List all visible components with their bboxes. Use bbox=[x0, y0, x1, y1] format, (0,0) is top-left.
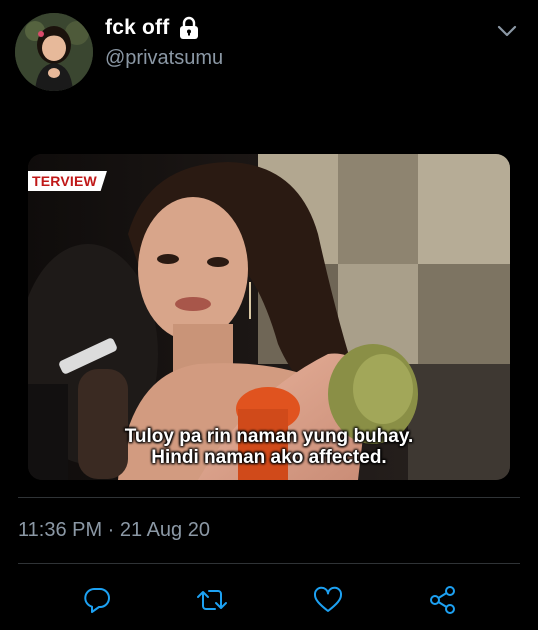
tweet-action-bar bbox=[0, 580, 538, 620]
share-button[interactable] bbox=[423, 580, 463, 620]
display-name[interactable]: fck off bbox=[105, 16, 169, 40]
tweet-timestamp[interactable]: 11:36 PM · 21 Aug 20 bbox=[18, 519, 210, 542]
user-handle[interactable]: @privatsumu bbox=[105, 47, 223, 70]
chevron-down-icon[interactable] bbox=[496, 22, 518, 40]
lock-icon bbox=[178, 16, 200, 40]
divider bbox=[18, 497, 520, 498]
heart-icon bbox=[313, 586, 343, 612]
caption-line-2: Hindi naman ako affected. bbox=[151, 447, 387, 468]
tweet: fck off @privatsumu TERVIEW Tuloy pa rin… bbox=[0, 0, 538, 630]
divider bbox=[18, 563, 520, 564]
reply-button[interactable] bbox=[77, 580, 117, 620]
interview-tag: TERVIEW bbox=[28, 171, 107, 191]
avatar[interactable] bbox=[15, 13, 93, 91]
caption-line-1: Tuloy pa rin naman yung buhay. bbox=[124, 426, 414, 447]
share-icon bbox=[430, 586, 455, 614]
video-caption: Tuloy pa rin naman yung buhay. Hindi nam… bbox=[28, 426, 510, 468]
retweet-button[interactable] bbox=[192, 580, 232, 620]
display-name-row: fck off bbox=[105, 16, 200, 40]
tweet-media-image[interactable]: TERVIEW Tuloy pa rin naman yung buhay. H… bbox=[28, 154, 510, 480]
like-button[interactable] bbox=[308, 580, 348, 620]
reply-icon bbox=[84, 588, 110, 613]
retweet-icon bbox=[197, 590, 227, 610]
